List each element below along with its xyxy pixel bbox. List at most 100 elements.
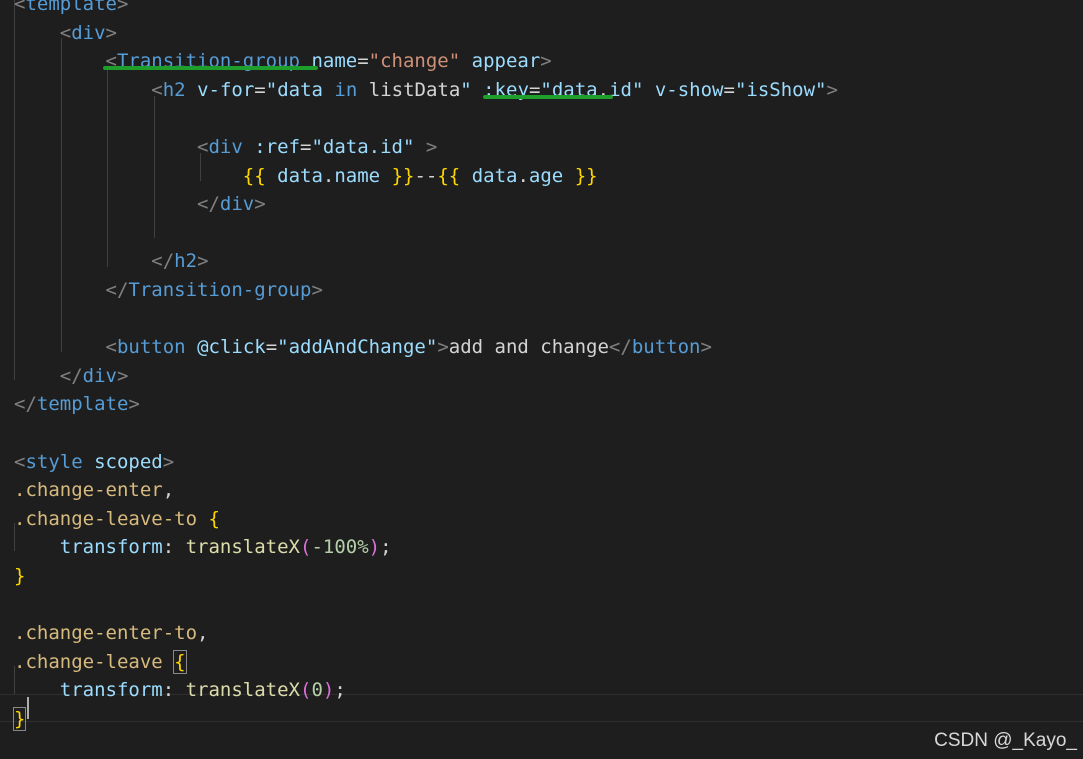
code-line[interactable]: <template>	[14, 0, 128, 19]
code-token: translateX	[185, 679, 300, 702]
code-token: <	[14, 450, 26, 473]
code-token: <	[197, 136, 209, 158]
code-token: scoped	[94, 450, 163, 473]
code-token: >	[700, 336, 712, 359]
code-token: >	[540, 50, 552, 73]
code-line[interactable]: .change-enter-to,	[14, 619, 208, 648]
code-line[interactable]: </h2>	[14, 247, 209, 276]
code-token: h2	[174, 250, 198, 273]
code-token: template	[36, 393, 129, 416]
code-token: )	[368, 536, 381, 559]
code-line[interactable]: </template>	[14, 390, 140, 419]
code-token: template	[25, 0, 117, 15]
code-line[interactable]: <style scoped>	[14, 448, 174, 477]
code-line[interactable]: }	[12, 705, 27, 734]
code-line[interactable]: <div :ref="data.id" >	[14, 133, 437, 162]
code-token: transform	[59, 679, 163, 702]
code-token: ,	[197, 622, 209, 645]
code-token: div	[71, 21, 106, 44]
code-token: translateX	[185, 536, 300, 559]
code-token: .	[517, 164, 529, 187]
code-token: :ref	[254, 136, 301, 158]
code-token: </	[105, 279, 129, 301]
code-line[interactable]: .change-leave {	[14, 648, 187, 677]
code-token: =	[357, 50, 369, 73]
code-token: "addAndChange"	[277, 336, 438, 359]
code-line[interactable]: transform: translateX(-100%);	[14, 533, 392, 562]
code-token: </	[59, 364, 83, 387]
code-line[interactable]: .change-enter,	[14, 476, 174, 505]
annotation-underline-key-binding	[483, 95, 613, 99]
code-line[interactable]: <h2 v-for="data in listData" :key="data.…	[14, 76, 838, 105]
code-token: >	[437, 336, 449, 359]
code-token: h2	[162, 78, 186, 101]
code-token: div	[82, 364, 117, 387]
code-token: >	[128, 393, 140, 416]
code-token: data	[277, 164, 323, 187]
code-token: style	[25, 450, 83, 473]
code-token: transform	[59, 536, 163, 559]
code-line[interactable]: {{ data.name }}--{{ data.age }}	[14, 162, 598, 191]
code-line[interactable]: </div>	[14, 362, 129, 391]
code-token: <	[105, 336, 117, 359]
code-line[interactable]: .change-leave-to {	[14, 505, 220, 534]
code-editor[interactable]: <template> <div> <Transition-group name=…	[0, 0, 1083, 759]
code-token: {{	[437, 164, 461, 187]
code-token: >	[116, 364, 129, 387]
code-token: v-show	[654, 78, 724, 101]
code-token: =	[254, 78, 266, 101]
code-token: Transition-group	[128, 279, 312, 301]
code-line[interactable]: transform: translateX(0);	[14, 676, 346, 705]
code-token: "change"	[368, 50, 461, 73]
code-token: age	[528, 164, 564, 187]
code-token: }	[12, 707, 27, 731]
code-token: >	[311, 279, 323, 301]
code-line[interactable]: </Transition-group>	[14, 276, 323, 305]
code-line[interactable]: <button @click="addAndChange">add and ch…	[14, 333, 712, 362]
code-token: )	[322, 679, 335, 702]
code-line[interactable]: <Transition-group name="change" appear>	[14, 47, 552, 76]
code-token: {{	[242, 164, 266, 187]
code-line[interactable]: }	[14, 562, 25, 591]
code-token: "	[631, 78, 644, 101]
code-token: :	[162, 679, 186, 702]
code-token: <	[151, 78, 163, 101]
code-token: .change-enter	[14, 479, 163, 502]
code-token: data	[277, 78, 323, 101]
code-token: @click	[197, 336, 266, 359]
code-line[interactable]: <div>	[14, 19, 117, 48]
code-token: button	[116, 336, 186, 359]
code-token: add and change	[448, 336, 609, 359]
code-token: </	[608, 336, 632, 359]
code-token: >	[826, 78, 838, 101]
code-token: ;	[380, 536, 392, 559]
code-token: appear	[471, 50, 541, 73]
code-token: name	[311, 50, 358, 73]
code-token: v-for	[197, 78, 255, 101]
code-line[interactable]: </div>	[14, 190, 266, 219]
code-token: >	[425, 136, 438, 158]
code-token: >	[197, 250, 209, 273]
code-token: button	[631, 336, 701, 359]
code-token: >	[105, 21, 117, 44]
code-token: <	[14, 0, 26, 15]
code-token: :	[162, 536, 186, 559]
code-token: <	[59, 21, 72, 44]
